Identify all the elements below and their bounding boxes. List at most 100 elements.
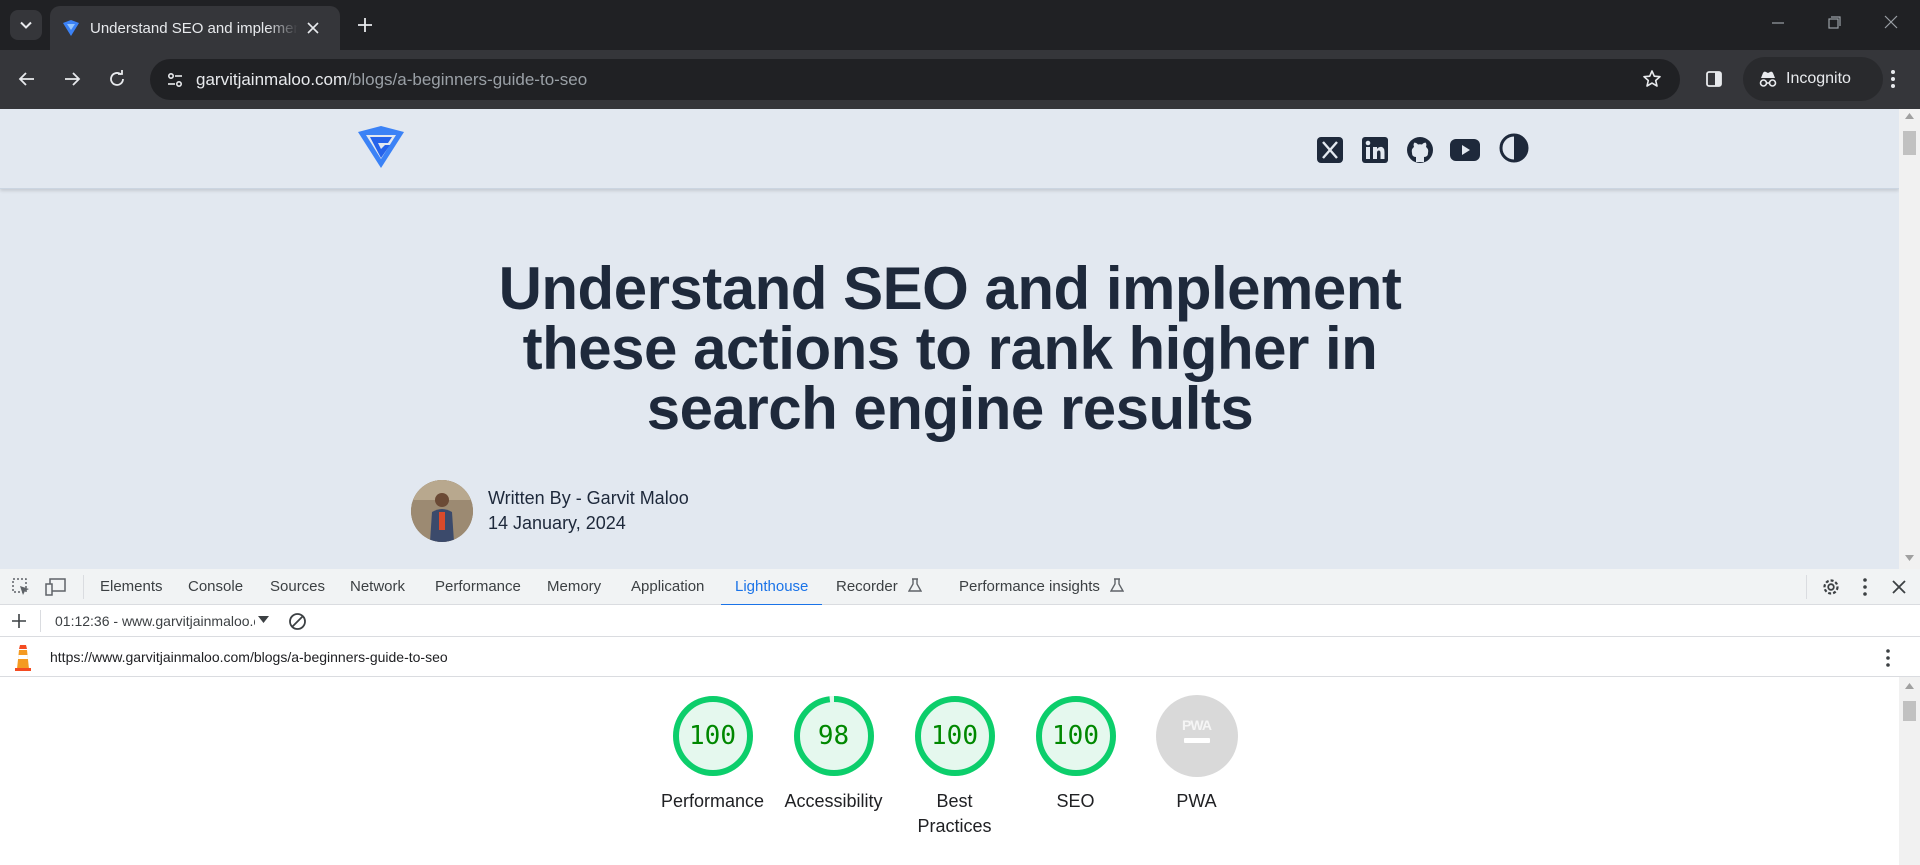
tab-strip: Understand SEO and implement these actio… — [0, 0, 1920, 50]
score-gauge-accessibility[interactable]: 98 Accessibility — [773, 695, 894, 839]
score-gauge-seo[interactable]: 100 SEO — [1015, 695, 1136, 839]
tab-network[interactable]: Network — [350, 569, 405, 605]
lighthouse-toolbar: 01:12:36 - www.garvitjainmaloo.com — [0, 605, 1920, 637]
score-gauge-pwa[interactable]: PWA PWA — [1136, 695, 1257, 839]
author-byline: Written By - Garvit Maloo 14 January, 20… — [411, 480, 689, 542]
score-value: 98 — [817, 721, 850, 751]
tab-lighthouse[interactable]: Lighthouse — [720, 569, 823, 606]
reload-icon — [110, 70, 124, 86]
tab-performance-insights[interactable]: Performance insights — [959, 569, 1125, 605]
inspect-element-icon[interactable] — [11, 577, 31, 597]
tab-performance[interactable]: Performance — [435, 569, 521, 605]
report-menu-icon[interactable] — [1885, 648, 1891, 668]
score-label: SEO — [1056, 791, 1095, 811]
devtools-menu-icon[interactable] — [1862, 577, 1868, 597]
author-name: Written By - Garvit Maloo — [488, 488, 689, 508]
arrow-right-icon — [65, 72, 81, 86]
author-avatar — [411, 480, 473, 542]
tab-console[interactable]: Console — [188, 569, 243, 605]
reload-button[interactable] — [102, 64, 132, 94]
profile-label: Incognito — [1786, 70, 1851, 87]
device-toolbar-icon[interactable] — [45, 577, 67, 597]
tab-recorder[interactable]: Recorder — [836, 569, 923, 605]
devtools-settings-icon[interactable] — [1821, 577, 1841, 597]
site-logo[interactable] — [356, 126, 406, 173]
publish-date: 14 January, 2024 — [488, 513, 626, 533]
github-icon — [1406, 137, 1433, 163]
incognito-icon — [1759, 71, 1777, 87]
gauge-ring: 100 — [1035, 695, 1117, 777]
tab-recorder-label: Recorder — [836, 578, 898, 595]
score-label: PWA — [1176, 791, 1217, 811]
plus-icon — [358, 18, 372, 32]
article-title-line: Understand SEO and implement — [498, 255, 1402, 322]
pwa-badge-text: PWA — [1182, 717, 1212, 733]
tab-memory[interactable]: Memory — [547, 569, 601, 605]
url-host: garvitjainmaloo.com — [196, 69, 348, 89]
article-title: Understand SEO and implement these actio… — [395, 259, 1505, 439]
github-link[interactable] — [1397, 130, 1442, 170]
score-gauge-best-practices[interactable]: 100 Best Practices — [894, 695, 1015, 839]
restore-icon — [1828, 16, 1841, 29]
minimize-icon — [1772, 22, 1784, 24]
page-scroll-thumb[interactable] — [1903, 131, 1916, 155]
url-text: garvitjainmaloo.com/blogs/a-beginners-gu… — [196, 70, 587, 90]
report-scroll-thumb[interactable] — [1903, 701, 1916, 721]
lighthouse-logo-icon — [12, 645, 34, 671]
lighthouse-report: 100 Performance 98 Accessibility 100 Bes… — [0, 677, 1899, 865]
tab-search-button[interactable] — [10, 10, 42, 40]
restore-button[interactable] — [1826, 14, 1842, 30]
new-report-plus-icon[interactable] — [10, 612, 28, 630]
tab-title: Understand SEO and implement these actio… — [90, 19, 298, 37]
bookmark-star-icon[interactable] — [1642, 69, 1662, 94]
tab-close-icon[interactable] — [306, 21, 320, 35]
contrast-icon — [1499, 133, 1529, 163]
clear-reports-icon[interactable] — [288, 612, 307, 631]
tab-elements[interactable]: Elements — [100, 569, 163, 605]
browser-menu-button[interactable] — [1878, 64, 1908, 94]
browser-tab-active[interactable]: Understand SEO and implement these actio… — [50, 6, 340, 50]
close-window-button[interactable] — [1883, 14, 1899, 30]
tab-sources[interactable]: Sources — [270, 569, 325, 605]
theme-toggle-button[interactable] — [1498, 132, 1530, 169]
tab-application[interactable]: Application — [631, 569, 704, 605]
report-select-dropdown-icon[interactable] — [258, 616, 269, 624]
site-info-icon[interactable] — [160, 65, 190, 95]
incognito-profile-button[interactable]: Incognito — [1743, 57, 1883, 101]
pwa-dash-icon — [1183, 738, 1210, 743]
scroll-down-icon — [1905, 555, 1914, 561]
pwa-badge: PWA — [1155, 695, 1238, 777]
devtools-separator — [83, 575, 84, 599]
score-label-line: Best — [936, 791, 973, 811]
arrow-left-icon — [18, 72, 34, 86]
forward-button[interactable] — [57, 64, 87, 94]
back-button[interactable] — [12, 64, 42, 94]
article-title-line: these actions to rank higher in — [522, 315, 1378, 382]
x-twitter-link[interactable] — [1307, 130, 1352, 170]
linkedin-link[interactable] — [1352, 130, 1397, 170]
kebab-menu-icon — [1891, 70, 1895, 88]
devtools-tab-bar: Elements Console Sources Network Perform… — [0, 569, 1920, 606]
toolbar-separator — [40, 610, 41, 632]
gauge-ring: 98 — [793, 695, 875, 777]
new-tab-button[interactable] — [352, 12, 378, 38]
report-url[interactable]: https://www.garvitjainmaloo.com/blogs/a-… — [50, 637, 448, 677]
devtools-close-icon[interactable] — [1890, 577, 1908, 597]
web-page: Understand SEO and implement these actio… — [0, 109, 1899, 569]
minimize-button[interactable] — [1770, 14, 1786, 30]
site-header — [0, 109, 1899, 189]
browser-toolbar: garvitjainmaloo.com/blogs/a-beginners-gu… — [0, 50, 1920, 109]
side-panel-button[interactable] — [1699, 64, 1729, 94]
score-label: Performance — [660, 791, 765, 811]
side-panel-icon — [1706, 71, 1722, 87]
page-scrollbar[interactable] — [1899, 109, 1920, 569]
address-bar[interactable]: garvitjainmaloo.com/blogs/a-beginners-gu… — [150, 59, 1680, 100]
score-gauge-performance[interactable]: 100 Performance — [652, 695, 773, 839]
close-icon — [1884, 15, 1898, 29]
youtube-link[interactable] — [1442, 130, 1487, 170]
report-scrollbar[interactable] — [1899, 677, 1920, 865]
lighthouse-url-bar: https://www.garvitjainmaloo.com/blogs/a-… — [0, 637, 1920, 677]
report-select[interactable]: 01:12:36 - www.garvitjainmaloo.com — [55, 605, 255, 637]
gauge-ring: 100 — [672, 695, 754, 777]
experiment-flask-icon — [907, 578, 923, 592]
